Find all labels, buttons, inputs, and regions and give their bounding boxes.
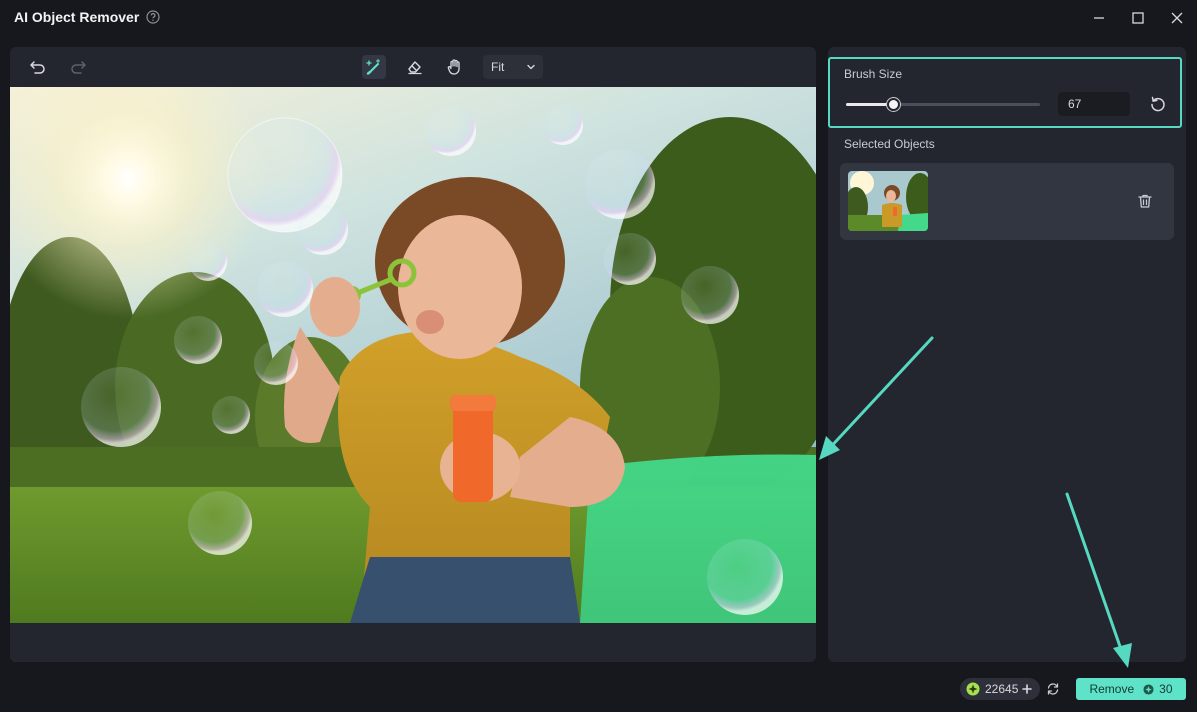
undo-icon [30,61,45,74]
brush-tool-button[interactable] [362,55,386,79]
undo-button[interactable] [26,55,50,79]
eraser-icon [408,61,422,75]
settings-panel: Brush Size Selected Objects [828,47,1186,662]
hand-tool-button[interactable] [443,55,467,79]
selected-object-thumbnail [848,171,928,231]
refresh-icon[interactable] [1046,682,1060,696]
maximize-button[interactable] [1128,8,1148,28]
brush-size-slider-thumb[interactable] [886,98,900,111]
app-title: AI Object Remover [14,9,140,25]
close-button[interactable] [1167,8,1187,28]
brush-size-input[interactable] [1058,92,1130,116]
redo-icon [71,61,86,74]
help-icon[interactable] [146,10,160,24]
brush-icon [366,58,381,75]
zoom-select[interactable]: Fit [483,55,543,79]
selected-objects-label: Selected Objects [844,137,935,151]
brush-size-slider[interactable] [846,98,1040,111]
brush-size-label: Brush Size [844,67,903,81]
eraser-tool-button[interactable] [403,55,427,79]
title-bar: AI Object Remover [0,0,1197,36]
minimize-icon [1094,17,1104,19]
remove-cost: 30 [1159,682,1173,696]
credits-badge[interactable]: 22645 [960,678,1040,700]
credits-count: 22645 [985,682,1019,696]
image-canvas[interactable] [10,87,816,623]
coin-icon [1143,683,1154,695]
photo-child-blowing-bubbles [10,87,816,623]
zoom-select-value: Fit [491,60,505,74]
hand-icon [447,59,460,75]
brush-size-section: Brush Size [828,57,1182,128]
redo-button[interactable] [66,55,90,79]
close-icon [1171,12,1183,24]
maximize-icon [1132,12,1144,24]
trash-icon[interactable] [1137,193,1153,209]
selected-object-item[interactable] [840,163,1174,240]
editor-panel: Fit [10,47,816,662]
editor-toolbar: Fit [10,47,816,87]
brush-size-slider-fill [846,103,893,106]
credit-icon [966,682,980,696]
plus-icon[interactable] [1022,684,1033,694]
remove-button[interactable]: Remove 30 [1076,678,1186,700]
remove-button-label: Remove [1089,682,1135,696]
chevron-down-icon [527,64,535,70]
minimize-button[interactable] [1089,8,1109,28]
reset-icon[interactable] [1149,95,1167,113]
canvas-footer [10,623,816,662]
